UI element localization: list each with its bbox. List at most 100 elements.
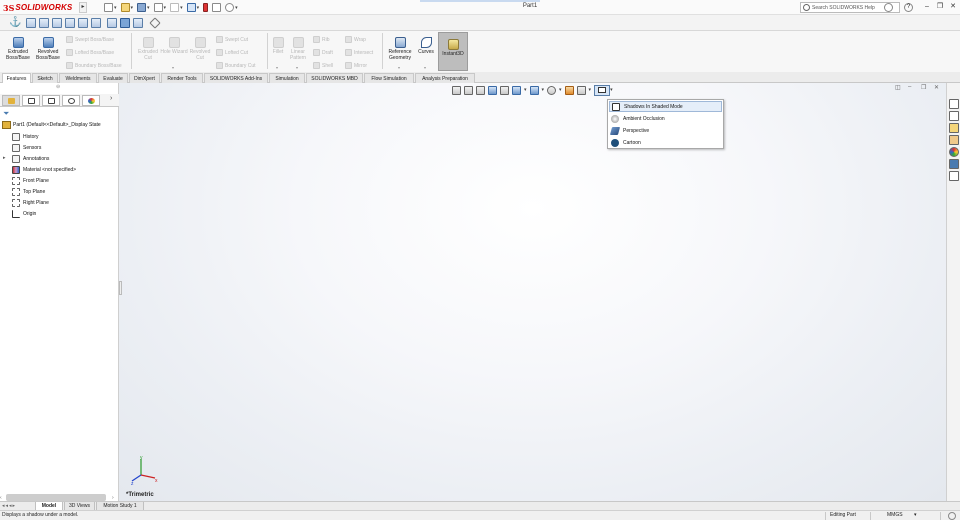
tab-property-manager[interactable] [22,95,40,106]
search-icon[interactable] [884,3,893,12]
view-settings-dropdown-icon[interactable]: ▾ [610,87,613,93]
tab-feature-tree[interactable] [2,95,20,106]
fillet-button[interactable]: Fillet [268,36,288,55]
viewport-split-icon[interactable]: ◫ [895,84,901,91]
linear-pattern-button[interactable]: Linear Pattern [287,36,309,61]
hole-wizard-dropdown-icon[interactable]: ▾ [172,65,174,70]
bottom-view-icon[interactable] [91,18,101,28]
print-icon[interactable] [153,3,163,12]
select-cursor-icon[interactable] [186,3,196,12]
restore-button[interactable]: ❐ [935,2,945,12]
viewport-restore-icon[interactable]: ❐ [921,84,926,91]
draft-button[interactable]: Draft [313,49,333,56]
tab-configuration-manager[interactable] [42,95,60,106]
hole-wizard-button[interactable]: Hole Wizard [160,36,188,55]
tree-item-sensors[interactable]: Sensors [12,144,41,152]
swept-cut-button[interactable]: Swept Cut [216,36,248,43]
revolved-boss-button[interactable]: Revolved Boss/Base [33,36,63,61]
resources-icon[interactable] [949,111,959,121]
filter-icon[interactable]: ⏷ [3,109,9,119]
units-dropdown-icon[interactable]: ▾ [914,511,917,520]
shell-button[interactable]: Shell [313,62,333,69]
view-orientation-icon[interactable] [512,85,521,95]
lofted-cut-button[interactable]: Lofted Cut [216,49,248,56]
print-dropdown-icon[interactable]: ▾ [164,5,167,11]
menu-expand-arrow-icon[interactable]: ▸ [79,2,87,13]
new-document-icon[interactable] [104,3,113,12]
units-selector[interactable]: MMGS [887,511,903,520]
save-icon[interactable] [137,3,147,12]
back-view-icon[interactable] [39,18,49,28]
tab-simulation[interactable]: Simulation [269,73,305,83]
tab-flow-simulation[interactable]: Flow Simulation [364,73,414,83]
sketch-pencil-icon[interactable] [149,17,161,29]
menu-item-shadows[interactable]: Shadows In Shaded Mode [609,101,722,112]
close-button[interactable]: ✕ [948,2,958,12]
scene-dropdown-icon[interactable]: ▾ [589,87,592,93]
custom-properties-icon[interactable] [949,159,959,169]
tab-nav-arrows-icon[interactable]: ◂◂◂▸ [2,503,16,509]
options-gear-icon[interactable] [225,3,235,12]
swept-boss-button[interactable]: Swept Boss/Base [66,36,114,43]
solidworks-forum-icon[interactable] [949,171,959,181]
tree-item-right-plane[interactable]: Right Plane [12,199,49,207]
open-folder-icon[interactable] [120,3,130,12]
revolved-cut-button[interactable]: Revolved Cut [186,36,214,61]
top-view-icon[interactable] [78,18,88,28]
rib-button[interactable]: Rib [313,36,330,43]
menu-item-ambient-occlusion[interactable]: Ambient Occlusion [609,113,722,124]
tree-item-annotations[interactable]: Annotations [12,155,49,163]
traffic-light-icon[interactable] [203,3,209,12]
save-dropdown-icon[interactable]: ▾ [147,5,150,11]
boundary-boss-button[interactable]: Boundary Boss/Base [66,62,122,69]
boundary-cut-button[interactable]: Boundary Cut [216,62,256,69]
expand-arrow-icon[interactable]: ▸ [3,155,6,161]
select-dropdown-icon[interactable]: ▾ [197,5,200,11]
hide-show-dropdown-icon[interactable]: ▾ [559,87,562,93]
isometric-view-icon[interactable] [107,18,117,28]
undo-dropdown-icon[interactable]: ▾ [180,5,183,11]
undo-icon[interactable] [170,3,180,12]
previous-view-icon[interactable] [476,85,485,95]
hide-show-items-icon[interactable] [547,85,557,95]
tree-item-history[interactable]: History [12,133,39,141]
tab-dimxpert[interactable]: DimXpert [129,73,160,83]
solidworks-logo[interactable]: 3S SOLIDWORKS [3,2,72,13]
apply-scene-icon[interactable] [576,85,586,95]
tree-item-origin[interactable]: Origin [12,210,36,218]
new-dropdown-icon[interactable]: ▾ [114,5,117,11]
tab-weldments[interactable]: Weldments [59,73,97,83]
wrap-button[interactable]: Wrap [345,36,366,43]
horizontal-scrollbar[interactable] [6,494,106,501]
fillet-dropdown-icon[interactable]: ▾ [276,65,278,70]
tree-root-part[interactable]: Part1 (Default<<Default>_Display State [2,121,101,129]
tab-evaluate[interactable]: Evaluate [98,73,128,83]
dynamic-annotation-icon[interactable] [500,85,509,95]
tab-render-tools[interactable]: Render Tools [161,73,203,83]
file-explorer-icon[interactable] [949,135,959,145]
curves-button[interactable]: Curves [416,36,436,55]
help-icon[interactable]: ? [904,3,913,12]
tab-display-manager[interactable] [82,95,100,106]
view-settings-button[interactable] [594,84,611,96]
file-properties-icon[interactable] [212,3,222,12]
left-view-icon[interactable] [52,18,62,28]
edit-appearance-icon[interactable] [564,85,574,95]
trimetric-view-icon[interactable] [120,18,130,28]
graphics-area[interactable]: ▾ ▾ ▾ ▾ ▾ ◫ – ❐ ✕ Shadows In Shaded Mode… [119,83,946,501]
curves-dropdown-icon[interactable]: ▾ [424,65,426,70]
design-library-icon[interactable] [949,123,959,133]
linear-pattern-dropdown-icon[interactable]: ▾ [296,65,298,70]
appearances-icon[interactable] [949,147,959,157]
reference-geometry-dropdown-icon[interactable]: ▾ [398,65,400,70]
chevron-right-icon[interactable]: › [110,95,112,102]
display-style-icon[interactable] [529,85,539,95]
intersect-button[interactable]: Intersect [345,49,373,56]
zoom-to-area-icon[interactable] [464,85,473,95]
front-view-icon[interactable] [26,18,36,28]
tab-solidworks-mbd[interactable]: SOLIDWORKS MBD [306,73,363,83]
minimize-button[interactable]: – [922,2,932,12]
dimetric-view-icon[interactable] [133,18,143,28]
options-dropdown-icon[interactable]: ▾ [235,5,238,11]
tab-analysis-preparation[interactable]: Analysis Preparation [415,73,475,83]
